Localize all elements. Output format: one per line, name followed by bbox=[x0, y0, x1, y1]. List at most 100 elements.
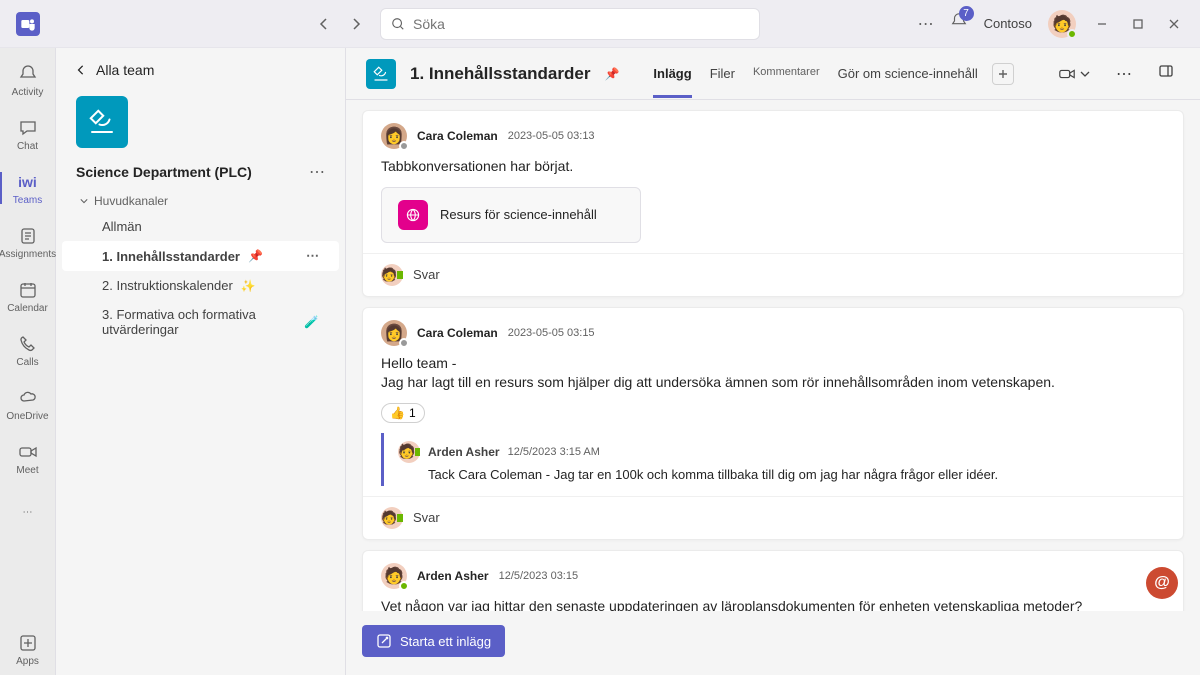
channel-more-button[interactable]: ⋯ bbox=[306, 248, 319, 264]
notification-badge: 7 bbox=[959, 6, 974, 21]
rail-apps[interactable]: Apps bbox=[0, 623, 56, 675]
chevron-down-icon bbox=[1080, 69, 1090, 79]
more-icon: ⋯ bbox=[17, 501, 39, 523]
reply-author-avatar[interactable]: 🧑 bbox=[398, 441, 420, 463]
app-rail: Activity Chat iwi Teams Assignments Cale… bbox=[0, 48, 56, 675]
post-timestamp: 2023-05-05 03:13 bbox=[508, 130, 595, 142]
add-tab-button[interactable] bbox=[992, 63, 1014, 85]
post-item: 👩 Cara Coleman 2023-05-05 03:13 Tabbkonv… bbox=[362, 110, 1184, 297]
video-icon bbox=[1058, 65, 1076, 83]
author-name[interactable]: Arden Asher bbox=[417, 569, 489, 583]
activity-icon bbox=[17, 63, 39, 85]
rail-teams[interactable]: iwi Teams bbox=[0, 162, 56, 214]
flask-icon: 🧪 bbox=[304, 315, 319, 329]
mention-icon: @ bbox=[1154, 574, 1170, 592]
post-item: 👩 Cara Coleman 2023-05-05 03:15 Hello te… bbox=[362, 307, 1184, 540]
teams-app-icon bbox=[16, 12, 40, 36]
presence-indicator bbox=[399, 581, 409, 591]
chevron-down-icon bbox=[80, 197, 88, 205]
more-options-button[interactable]: ⋯ bbox=[918, 14, 934, 34]
reply-item: 🧑 Arden Asher 12/5/2023 3:15 AM Tack Car… bbox=[381, 433, 1165, 486]
user-avatar[interactable]: 🧑 bbox=[1048, 10, 1076, 38]
search-input[interactable] bbox=[413, 16, 749, 32]
post-item: 🧑 Arden Asher 12/5/2023 03:15 Vet någon … bbox=[362, 550, 1184, 611]
compose-icon bbox=[376, 633, 392, 649]
author-avatar[interactable]: 👩 bbox=[381, 123, 407, 149]
tab-posts[interactable]: Inlägg bbox=[653, 50, 691, 98]
post-timestamp: 2023-05-05 03:15 bbox=[508, 327, 595, 339]
rail-calls[interactable]: Calls bbox=[0, 324, 56, 376]
help-button[interactable]: @ bbox=[1146, 567, 1178, 599]
channel-content-standards[interactable]: 1. Innehållsstandarder 📌 ⋯ bbox=[62, 241, 339, 271]
team-more-button[interactable]: ⋯ bbox=[309, 162, 325, 182]
title-bar: ⋯ 7 Contoso 🧑 bbox=[0, 0, 1200, 48]
org-name[interactable]: Contoso bbox=[984, 16, 1032, 31]
open-pane-button[interactable] bbox=[1152, 59, 1180, 88]
assignments-icon bbox=[17, 225, 39, 247]
microscope-icon bbox=[87, 107, 117, 137]
search-box[interactable] bbox=[380, 8, 760, 40]
window-maximize-button[interactable] bbox=[1128, 14, 1148, 34]
nav-back-button[interactable] bbox=[312, 12, 336, 36]
meet-button[interactable] bbox=[1052, 61, 1096, 87]
pin-icon: 📌 bbox=[248, 249, 263, 263]
post-timestamp: 12/5/2023 03:15 bbox=[499, 570, 579, 582]
presence-indicator bbox=[399, 338, 409, 348]
reply-avatar: 🧑 bbox=[381, 264, 403, 286]
channels-section-header[interactable]: Huvudkanaler bbox=[56, 190, 345, 212]
channel-avatar bbox=[366, 59, 396, 89]
globe-icon bbox=[398, 200, 428, 230]
reply-button[interactable]: 🧑 Svar bbox=[363, 253, 1183, 296]
window-close-button[interactable] bbox=[1164, 14, 1184, 34]
new-post-button[interactable]: Starta ett inlägg bbox=[362, 625, 505, 657]
rail-onedrive[interactable]: OneDrive bbox=[0, 378, 56, 430]
reaction-like[interactable]: 👍 1 bbox=[381, 403, 425, 423]
rail-activity[interactable]: Activity bbox=[0, 54, 56, 106]
pin-icon: 📌 bbox=[604, 67, 619, 81]
search-icon bbox=[391, 17, 405, 31]
author-avatar[interactable]: 👩 bbox=[381, 320, 407, 346]
onedrive-icon bbox=[17, 387, 39, 409]
rail-more[interactable]: ⋯ bbox=[0, 486, 56, 538]
header-more-button[interactable]: ⋯ bbox=[1110, 60, 1138, 88]
tab-comments[interactable]: Kommentarer bbox=[753, 50, 820, 98]
chat-icon bbox=[17, 117, 39, 139]
author-avatar[interactable]: 🧑 bbox=[381, 563, 407, 589]
star-icon: ✨ bbox=[241, 279, 256, 293]
channel-title: 1. Innehållsstandarder bbox=[410, 64, 590, 84]
rail-chat[interactable]: Chat bbox=[0, 108, 56, 160]
resource-card[interactable]: Resurs för science-innehåll bbox=[381, 187, 641, 243]
plus-icon bbox=[997, 68, 1009, 80]
presence-indicator bbox=[1067, 29, 1077, 39]
reply-author-name[interactable]: Arden Asher bbox=[428, 445, 500, 459]
back-to-teams-button[interactable]: Alla team bbox=[56, 48, 345, 92]
resource-title: Resurs för science-innehåll bbox=[440, 207, 597, 222]
reply-text: Tack Cara Coleman - Jag tar en 100k och … bbox=[428, 467, 1165, 482]
tab-redo-content[interactable]: Gör om science-innehåll bbox=[838, 50, 978, 98]
nav-forward-button[interactable] bbox=[344, 12, 368, 36]
main-content: 1. Innehållsstandarder 📌 Inlägg Filer Ko… bbox=[346, 48, 1200, 675]
team-sidebar: Alla team Science Department (PLC) ⋯ Huv… bbox=[56, 48, 346, 675]
reply-timestamp: 12/5/2023 3:15 AM bbox=[508, 446, 600, 458]
channel-assessments[interactable]: 3. Formativa och formativa utvärderingar… bbox=[62, 300, 339, 344]
meet-icon bbox=[17, 441, 39, 463]
team-avatar[interactable] bbox=[76, 96, 128, 148]
tab-files[interactable]: Filer bbox=[710, 50, 735, 98]
author-name[interactable]: Cara Coleman bbox=[417, 326, 498, 340]
notifications-button[interactable]: 7 bbox=[950, 12, 968, 35]
rail-calendar[interactable]: Calendar bbox=[0, 270, 56, 322]
calls-icon bbox=[17, 333, 39, 355]
rail-assignments[interactable]: Assignments bbox=[0, 216, 56, 268]
post-text: Vet någon var jag hittar den senaste upp… bbox=[381, 597, 1165, 611]
window-minimize-button[interactable] bbox=[1092, 14, 1112, 34]
post-feed[interactable]: 👩 Cara Coleman 2023-05-05 03:13 Tabbkonv… bbox=[346, 100, 1200, 611]
post-text: Tabbkonversationen har börjat. bbox=[381, 157, 1165, 177]
channel-general[interactable]: Allmän bbox=[62, 212, 339, 241]
team-name[interactable]: Science Department (PLC) bbox=[76, 164, 252, 180]
reply-button[interactable]: 🧑 Svar bbox=[363, 496, 1183, 539]
channel-instruction-calendar[interactable]: 2. Instruktionskalender ✨ bbox=[62, 271, 339, 300]
calendar-icon bbox=[17, 279, 39, 301]
author-name[interactable]: Cara Coleman bbox=[417, 129, 498, 143]
apps-icon bbox=[17, 632, 39, 654]
rail-meet[interactable]: Meet bbox=[0, 432, 56, 484]
